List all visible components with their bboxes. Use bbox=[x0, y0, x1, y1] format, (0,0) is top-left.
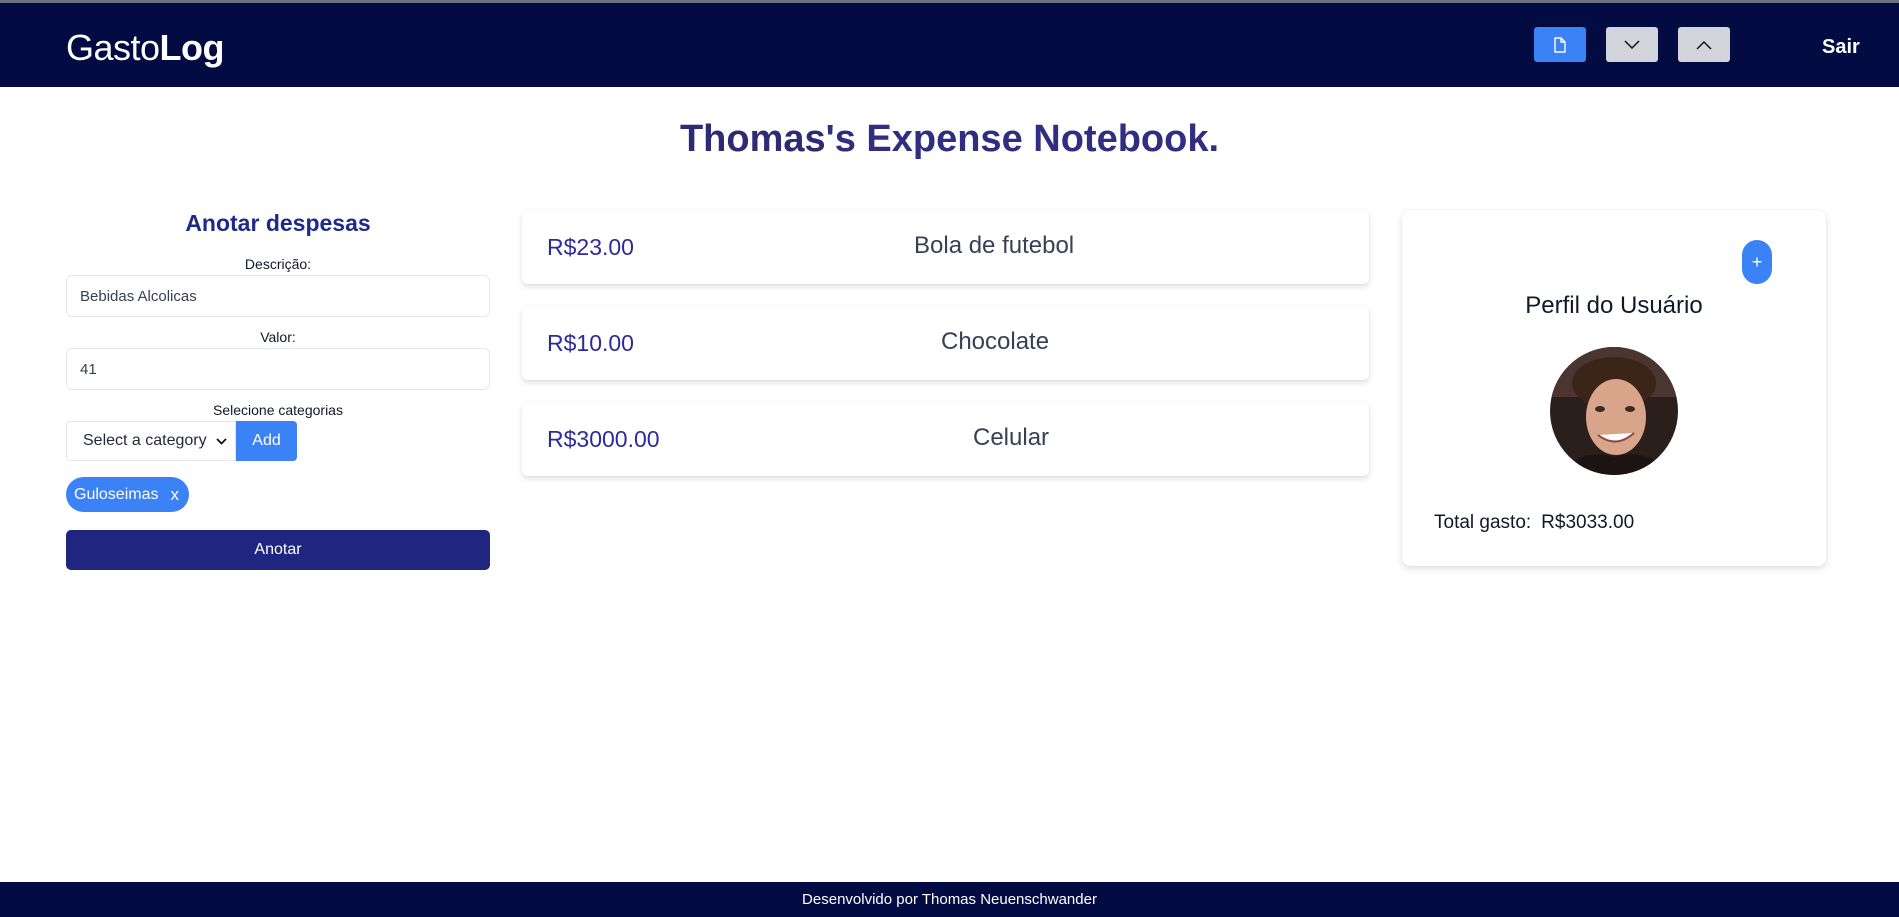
expense-card[interactable]: R$3000.00 Celular bbox=[522, 402, 1369, 476]
value-input[interactable]: 41 bbox=[66, 348, 490, 390]
chevron-down-icon bbox=[216, 437, 227, 445]
category-select[interactable]: Select a category bbox=[66, 421, 236, 461]
total-spent-value: R$3033.00 bbox=[1541, 512, 1635, 533]
avatar bbox=[1550, 347, 1678, 475]
total-spent: Total gasto: R$3033.00 bbox=[1434, 512, 1634, 534]
expense-name: Bola de futebol bbox=[914, 232, 1075, 259]
chevron-down-icon bbox=[1624, 39, 1640, 49]
category-tag: Guloseimas x bbox=[66, 477, 189, 512]
expense-card[interactable]: R$10.00 Chocolate bbox=[522, 306, 1369, 380]
category-select-value: Select a category bbox=[83, 432, 207, 449]
expense-name: Celular bbox=[973, 424, 1050, 451]
chevron-up-icon bbox=[1696, 40, 1712, 50]
total-spent-label: Total gasto: bbox=[1434, 512, 1532, 533]
expense-amount: R$23.00 bbox=[547, 234, 634, 260]
avatar-image bbox=[1550, 347, 1678, 475]
page-title-suffix: 's Expense Notebook. bbox=[825, 118, 1220, 160]
expense-amount: R$3000.00 bbox=[547, 426, 660, 452]
profile-title: Perfil do Usuário bbox=[1525, 292, 1703, 319]
category-label: Selecione categorias bbox=[213, 402, 343, 418]
navbar: GastoLog Sair bbox=[0, 3, 1899, 87]
add-category-button[interactable]: Add bbox=[236, 421, 297, 461]
sort-ascending-button[interactable] bbox=[1678, 27, 1730, 62]
submit-expense-button[interactable]: Anotar bbox=[66, 530, 490, 570]
category-tag-label: Guloseimas bbox=[74, 485, 159, 503]
add-profile-button[interactable]: + bbox=[1742, 240, 1772, 284]
expense-card[interactable]: R$23.00 Bola de futebol bbox=[522, 210, 1369, 284]
page-title: Thomas's Expense Notebook. bbox=[0, 118, 1899, 161]
description-input[interactable]: Bebidas Alcolicas bbox=[66, 275, 490, 317]
expense-amount: R$10.00 bbox=[547, 330, 634, 356]
logo-text-log: Log bbox=[159, 27, 225, 68]
export-document-button[interactable] bbox=[1534, 27, 1586, 62]
expense-name: Chocolate bbox=[941, 328, 1050, 355]
form-heading: Anotar despesas bbox=[185, 210, 371, 236]
description-label: Descrição: bbox=[244, 256, 312, 272]
logout-button[interactable]: Sair bbox=[1822, 36, 1860, 59]
value-label: Valor: bbox=[260, 329, 296, 345]
footer: Desenvolvido por Thomas Neuenschwander bbox=[0, 882, 1899, 917]
user-profile-card: + Perfil do Usuário Total gasto: R$3033.0… bbox=[1402, 210, 1826, 566]
document-icon bbox=[1554, 36, 1566, 53]
page-title-owner: Thomas bbox=[679, 118, 826, 160]
category-row: Select a category Add bbox=[66, 421, 490, 461]
app-logo[interactable]: GastoLog bbox=[66, 27, 225, 69]
remove-tag-button[interactable]: x bbox=[170, 485, 179, 505]
sort-descending-button[interactable] bbox=[1606, 27, 1658, 62]
logo-text-gasto: Gasto bbox=[66, 27, 160, 68]
expense-form: Anotar despesas Descrição: Bebidas Alcol… bbox=[66, 210, 490, 570]
